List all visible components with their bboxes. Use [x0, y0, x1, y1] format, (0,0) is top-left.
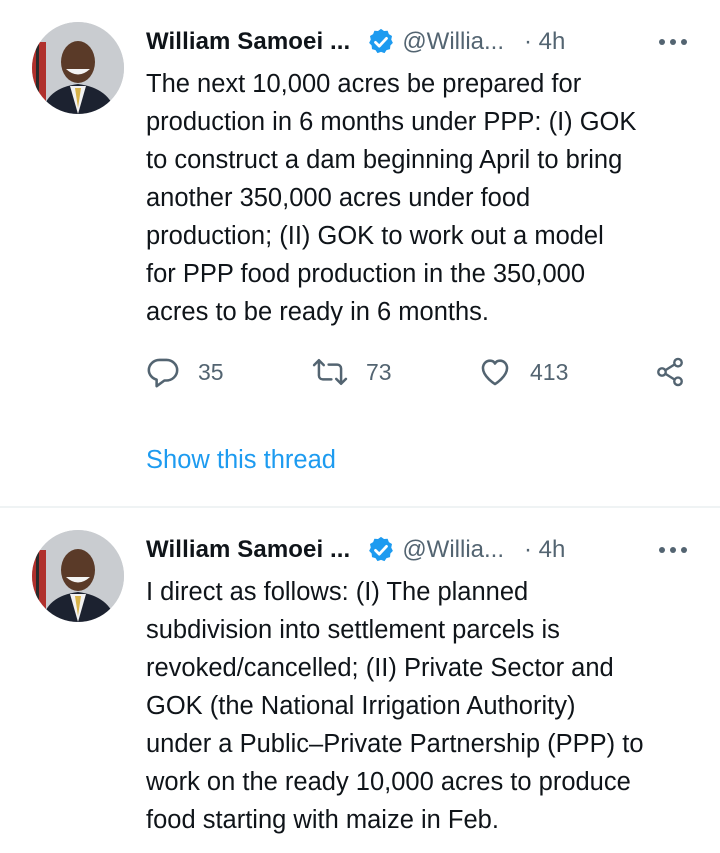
timeline-feed: William Samoei ... @Willia... · 4h The n… [0, 0, 720, 853]
verified-badge-icon [369, 536, 394, 562]
retweet-icon [312, 358, 348, 386]
reply-icon [147, 358, 179, 388]
tweet-text: I direct as follows: (I) The planned sub… [146, 578, 644, 834]
tweet-actions: 35 73 413 [146, 352, 686, 392]
like-button[interactable]: 413 [478, 352, 568, 392]
avatar[interactable] [32, 22, 124, 114]
share-icon [657, 357, 683, 387]
retweet-button[interactable]: 73 [312, 352, 392, 392]
more-icon[interactable] [658, 27, 688, 57]
tweet[interactable]: William Samoei ... @Willia... · 4h I dir… [0, 508, 720, 853]
avatar-image [32, 22, 124, 114]
timestamp[interactable]: · 4h [524, 536, 565, 564]
tweet-header: William Samoei ... @Willia... · 4h [146, 22, 688, 62]
verified-badge-icon [369, 28, 394, 54]
handle[interactable]: @Willia... [402, 28, 504, 56]
like-count: 413 [530, 358, 569, 385]
timestamp[interactable]: · 4h [524, 28, 565, 56]
handle[interactable]: @Willia... [402, 536, 504, 564]
reply-button[interactable]: 35 [146, 352, 224, 392]
avatar[interactable] [32, 530, 124, 622]
tweet[interactable]: William Samoei ... @Willia... · 4h The n… [0, 0, 720, 506]
heart-icon [481, 359, 509, 386]
show-thread-link[interactable]: Show this thread [146, 444, 336, 476]
reply-count: 35 [198, 358, 224, 385]
tweet-text: The next 10,000 acres be prepared for pr… [146, 70, 637, 326]
share-button[interactable] [654, 352, 686, 392]
display-name[interactable]: William Samoei ... [146, 536, 350, 564]
display-name[interactable]: William Samoei ... [146, 28, 350, 56]
retweet-count: 73 [366, 358, 392, 385]
avatar-image [32, 530, 124, 622]
more-icon[interactable] [658, 535, 688, 565]
tweet-header: William Samoei ... @Willia... · 4h [146, 530, 688, 570]
